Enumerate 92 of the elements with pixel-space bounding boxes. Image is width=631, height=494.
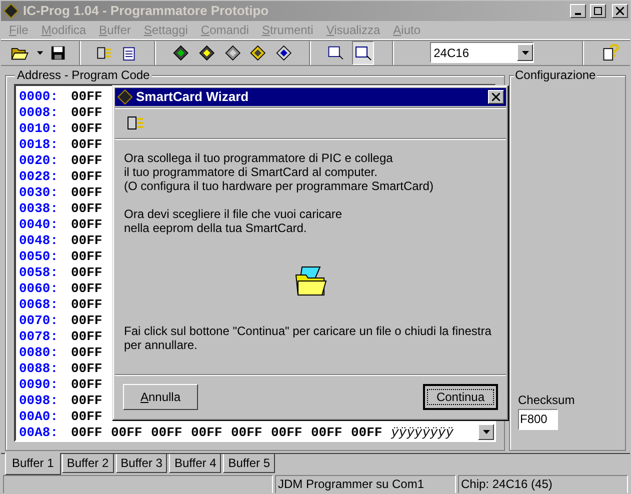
address-cell-text: 0000: bbox=[19, 90, 60, 104]
instruction-text: (O configura il tuo hardware per programmare SmartCard) bbox=[124, 179, 434, 193]
data-cell: 00FF bbox=[71, 122, 103, 136]
data-cell: 00FF bbox=[71, 234, 103, 248]
dropdown-icon[interactable] bbox=[36, 50, 43, 54]
window-title: IC-Prog 1.04 - Programmatore Prototipo bbox=[23, 2, 270, 20]
instruction-text: Ora devi scegliere il file che vuoi caricare bbox=[124, 207, 344, 221]
address-cell-text: 0058: bbox=[19, 266, 60, 280]
data-cell: 00FF bbox=[71, 282, 103, 296]
ascii-cell: ÿÿÿÿÿÿÿÿ bbox=[391, 426, 454, 440]
address-cell-text: 0060: bbox=[19, 282, 60, 296]
maximize-icon bbox=[594, 6, 602, 15]
address-cell-text: 0090: bbox=[19, 378, 60, 392]
view-toggle[interactable] bbox=[352, 40, 374, 64]
close-icon bbox=[492, 93, 500, 101]
data-cell: 00FF bbox=[71, 266, 103, 280]
data-cell: 00FF bbox=[71, 90, 103, 104]
instruction-text: Fai click sul bottone "Continua" per caricare un file o chiudi la finestra bbox=[124, 324, 492, 338]
maximize-button[interactable] bbox=[590, 4, 606, 18]
buffer-tab[interactable]: Buffer 1 bbox=[5, 452, 61, 474]
data-cell: 00FF bbox=[351, 426, 383, 440]
address-cell-text: 0030: bbox=[19, 186, 60, 200]
address-cell-text: 00A0: bbox=[19, 410, 60, 424]
address-cell-text: 0020: bbox=[19, 154, 60, 168]
data-cell: 00FF bbox=[151, 426, 183, 440]
scroll-down-button[interactable] bbox=[478, 424, 494, 440]
checksum-label: Checksum bbox=[518, 392, 576, 408]
view-icon[interactable] bbox=[326, 44, 344, 62]
address-cell-text: 0040: bbox=[19, 218, 60, 232]
data-cell: 00FF bbox=[311, 426, 343, 440]
buffer-tab[interactable]: Buffer 3 bbox=[116, 454, 168, 472]
instruction-text: nella eeprom della tua SmartCard. bbox=[124, 221, 308, 235]
data-cell: 00FF bbox=[191, 426, 223, 440]
cancel-button[interactable]: Annulla bbox=[123, 384, 198, 410]
group-title: Configurazione bbox=[514, 68, 597, 82]
data-cell: 00FF bbox=[71, 346, 103, 360]
address-cell-text: 0098: bbox=[19, 394, 60, 408]
address-cell-text: 0028: bbox=[19, 170, 60, 184]
data-cell: 00FF bbox=[71, 394, 103, 408]
address-cell-text: 0048: bbox=[19, 234, 60, 248]
address-cell-text: 0008: bbox=[19, 106, 60, 120]
dropdown-icon bbox=[522, 50, 529, 54]
address-cell-text: 0050: bbox=[19, 250, 60, 264]
address-cell-text: 0068: bbox=[19, 298, 60, 312]
status-field: JDM Programmer su Com1 bbox=[275, 474, 456, 493]
data-cell: 00FF bbox=[71, 362, 103, 376]
buffer-tab[interactable]: Buffer 5 bbox=[223, 454, 276, 472]
data-cell: 00FF bbox=[111, 426, 143, 440]
address-cell-text: 0070: bbox=[19, 314, 60, 328]
data-cell: 00FF bbox=[71, 314, 103, 328]
minimize-button[interactable] bbox=[570, 4, 586, 18]
data-cell: 00FF bbox=[231, 426, 263, 440]
address-cell-text: 00A8: bbox=[19, 426, 60, 440]
help-icon[interactable] bbox=[602, 42, 620, 62]
instruction-text: per annullare. bbox=[124, 338, 198, 352]
data-cell: 00FF bbox=[71, 410, 103, 424]
close-icon bbox=[616, 6, 624, 15]
group-title: Address - Program Code bbox=[15, 68, 152, 82]
minimize-icon bbox=[575, 12, 581, 15]
data-cell: 00FF bbox=[71, 202, 103, 216]
address-cell-text: 0080: bbox=[19, 346, 60, 360]
data-cell: 00FF bbox=[71, 378, 103, 392]
data-cell: 00FF bbox=[71, 330, 103, 344]
checksum-field[interactable]: F800 bbox=[518, 408, 558, 430]
data-cell: 00FF bbox=[71, 250, 103, 264]
continue-button[interactable]: Continua bbox=[423, 384, 498, 410]
close-button[interactable] bbox=[612, 4, 628, 18]
data-cell: 00FF bbox=[71, 218, 103, 232]
data-cell: 00FF bbox=[71, 186, 103, 200]
address-cell-text: 0078: bbox=[19, 330, 60, 344]
buffer-tab[interactable]: Buffer 2 bbox=[62, 454, 114, 472]
instruction-text: il tuo programmatore di SmartCard al computer. bbox=[124, 165, 378, 179]
device-select[interactable]: 24C16 bbox=[430, 42, 534, 63]
address-cell-text: 0010: bbox=[19, 122, 60, 136]
down-arrow-icon bbox=[482, 430, 490, 434]
address-cell-text: 0038: bbox=[19, 202, 60, 216]
data-cell: 00FF bbox=[71, 426, 103, 440]
save-icon[interactable] bbox=[50, 44, 65, 60]
address-cell-text: 0018: bbox=[19, 138, 60, 152]
open-folder-icon bbox=[294, 265, 328, 297]
address-cell-text: 0088: bbox=[19, 362, 60, 376]
dialog-title: SmartCard Wizard bbox=[136, 88, 250, 106]
status-field: Chip: 24C16 (45) bbox=[458, 474, 628, 493]
data-cell: 00FF bbox=[271, 426, 303, 440]
buffer-tab[interactable]: Buffer 4 bbox=[169, 454, 222, 472]
instruction-text: Ora scollega il tuo programmatore di PIC e collega bbox=[124, 151, 394, 165]
data-cell: 00FF bbox=[71, 170, 103, 184]
data-cell: 00FF bbox=[71, 138, 103, 152]
data-cell: 00FF bbox=[71, 106, 103, 120]
close-button[interactable] bbox=[488, 90, 504, 104]
data-cell: 00FF bbox=[71, 298, 103, 312]
data-cell: 00FF bbox=[71, 154, 103, 168]
